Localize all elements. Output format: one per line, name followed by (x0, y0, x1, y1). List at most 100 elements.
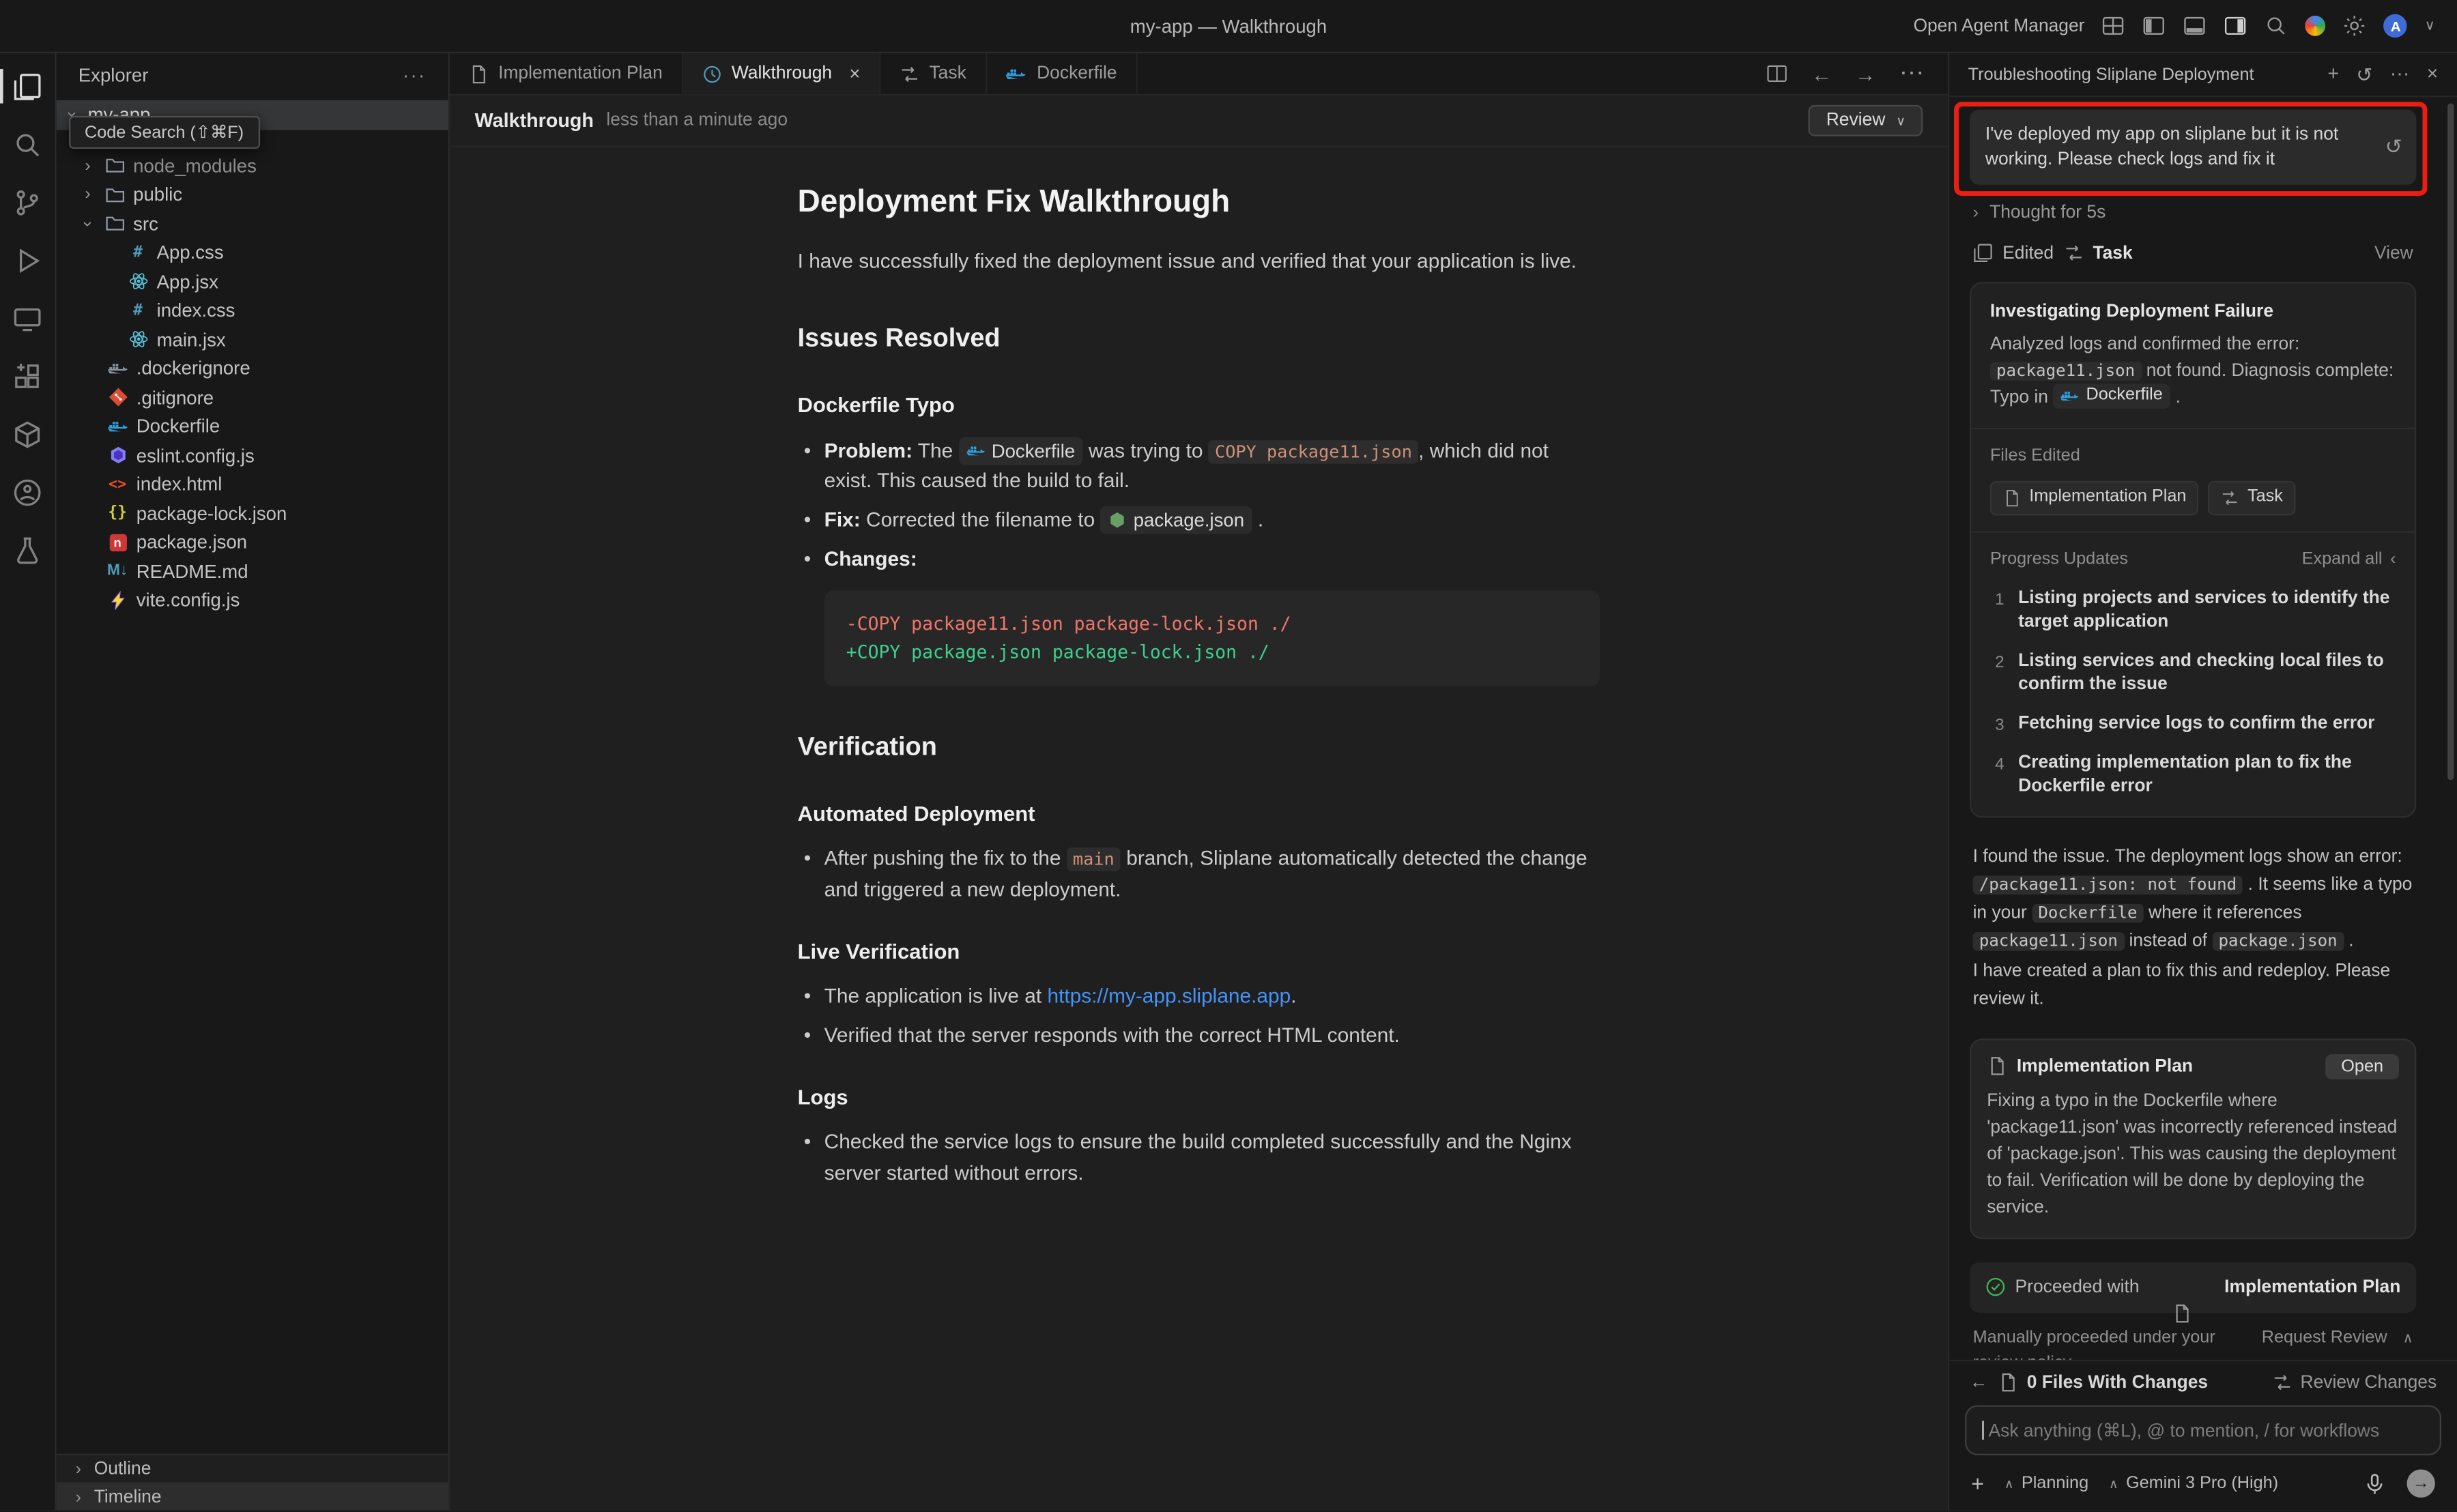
panel-left-icon[interactable] (2142, 14, 2166, 38)
planning-mode-selector[interactable]: ∧ Planning (2005, 1474, 2088, 1493)
tree-item-file[interactable]: .dockerignore (57, 354, 448, 383)
tree-label: Dockerfile (136, 416, 220, 437)
thought-row[interactable]: › Thought for 5s (1970, 185, 2416, 226)
tree-item-file[interactable]: # App.css (57, 238, 448, 267)
code-search-tooltip: Code Search (⇧⌘F) (69, 116, 259, 149)
nav-forward-icon[interactable]: → (1855, 62, 1876, 85)
css-file-icon: # (127, 300, 149, 321)
settings-gear-icon[interactable] (2343, 14, 2366, 38)
tree-item-file[interactable]: n package.json (57, 528, 448, 557)
tab-walkthrough[interactable]: Walkthrough × (683, 53, 881, 94)
layout-grid-icon[interactable] (2102, 14, 2125, 38)
run-debug-icon[interactable] (5, 242, 49, 279)
outline-section[interactable]: › Outline (57, 1454, 448, 1482)
nav-back-icon[interactable]: ← (1811, 62, 1832, 85)
model-selector[interactable]: ∧ Gemini 3 Pro (High) (2109, 1474, 2278, 1493)
panel-right-icon[interactable] (2224, 14, 2247, 38)
tab-dockerfile[interactable]: Dockerfile (987, 53, 1138, 94)
request-review-link[interactable]: Request Review (2262, 1327, 2387, 1352)
timeline-section[interactable]: › Timeline (57, 1482, 448, 1510)
add-context-icon[interactable]: + (1971, 1471, 1984, 1496)
user-avatar[interactable]: A (2384, 14, 2407, 38)
document-icon (2172, 1272, 2192, 1303)
search-icon[interactable] (5, 126, 49, 163)
collapse-icon[interactable]: ← (1970, 1373, 1987, 1392)
scrollbar[interactable] (2447, 104, 2454, 781)
doc-h1: Deployment Fix Walkthrough (798, 179, 1600, 227)
tree-item-file[interactable]: Dockerfile (57, 412, 448, 441)
doc-h3-live: Live Verification (798, 936, 1600, 968)
open-agent-manager-button[interactable]: Open Agent Manager (1913, 16, 2084, 35)
docker-file-icon (106, 416, 128, 437)
tree-item-file[interactable]: {} package-lock.json (57, 499, 448, 527)
close-icon[interactable]: × (2427, 63, 2439, 86)
explorer-more-icon[interactable]: ··· (403, 64, 426, 86)
history-icon[interactable]: ↺ (2356, 63, 2372, 86)
tree-item-file[interactable]: App.jsx (57, 267, 448, 295)
implementation-plan-chip[interactable]: Implementation Plan (1990, 480, 2199, 514)
tree-item-file[interactable]: vite.config.js (57, 586, 448, 615)
tree-item-file[interactable]: main.jsx (57, 325, 448, 353)
chat-input[interactable]: Ask anything (⌘L), @ to mention, / for w… (1965, 1405, 2441, 1455)
copilot-icon[interactable] (2305, 16, 2326, 36)
source-control-icon[interactable] (5, 184, 49, 221)
explorer-icon[interactable] (5, 68, 49, 105)
mic-icon[interactable] (2363, 1472, 2386, 1495)
docker-file-icon (106, 358, 128, 379)
review-changes-button[interactable]: Review Changes (2272, 1372, 2437, 1393)
package-json-chip[interactable]: package.json (1100, 506, 1252, 535)
remote-explorer-icon[interactable] (5, 300, 49, 337)
tree-item-file[interactable]: eslint.config.js (57, 441, 448, 469)
doc-bullet-problem: Problem: The Dockerfile was trying to CO… (798, 435, 1600, 497)
chevron-down-icon[interactable]: ∨ (2425, 17, 2435, 34)
more-icon[interactable]: ··· (2390, 63, 2410, 86)
tree-item-file[interactable]: <> index.html (57, 470, 448, 499)
diff-added-line: +COPY package.json package-lock.json ./ (846, 638, 1578, 667)
docker-icon[interactable] (5, 415, 49, 452)
react-file-icon (127, 271, 149, 293)
tree-label: App.css (157, 242, 224, 263)
testing-icon[interactable] (5, 531, 49, 568)
chevron-up-icon: ∧ (2109, 1477, 2118, 1491)
extensions-icon[interactable] (5, 357, 49, 394)
tab-implementation-plan[interactable]: Implementation Plan (450, 53, 683, 94)
panel-bottom-icon[interactable] (2183, 14, 2207, 38)
tree-item-folder[interactable]: › public (57, 180, 448, 209)
app-url-link[interactable]: https://my-app.sliplane.app (1047, 984, 1291, 1007)
dockerfile-chip[interactable]: Dockerfile (2053, 384, 2170, 409)
tree-item-file[interactable]: # index.css (57, 296, 448, 325)
tree-item-folder[interactable]: › src (57, 209, 448, 238)
send-icon[interactable]: → (2407, 1470, 2435, 1498)
tree-item-folder[interactable]: › node_modules (57, 151, 448, 180)
close-icon[interactable]: × (849, 63, 860, 85)
outline-label: Outline (94, 1459, 152, 1479)
expand-all-link[interactable]: Expand all‹ (2302, 548, 2396, 573)
progress-step: 1 Listing projects and services to ident… (1990, 587, 2396, 635)
doc-h3-typo: Dockerfile Typo (798, 390, 1600, 422)
doc-bullet-logs: Checked the service logs to ensure the b… (798, 1126, 1600, 1189)
tree-item-file[interactable]: .gitignore (57, 383, 448, 411)
view-link[interactable]: View (2374, 244, 2413, 263)
tree-item-file[interactable]: M↓ README.md (57, 557, 448, 585)
split-editor-icon[interactable] (1766, 63, 1788, 85)
app-window: my-app — Walkthrough Open Agent Manager … (0, 0, 2457, 1512)
chevron-up-icon[interactable]: ∧ (2403, 1327, 2413, 1348)
eslint-file-icon (106, 444, 128, 466)
tree-label: README.md (136, 560, 248, 582)
new-chat-icon[interactable]: + (2327, 63, 2339, 86)
review-button[interactable]: Review ∨ (1809, 105, 1923, 136)
search-icon[interactable] (2265, 14, 2288, 38)
diff-code-block: -COPY package11.json package-lock.json .… (824, 590, 1600, 686)
dockerfile-chip[interactable]: Dockerfile (958, 437, 1082, 465)
more-actions-icon[interactable]: ··· (1899, 59, 1925, 87)
composer-area: ← 0 Files With Changes Review Changes As… (1949, 1360, 2457, 1510)
restore-checkpoint-icon[interactable]: ↺ (2385, 133, 2402, 162)
task-chip[interactable]: Task (2209, 480, 2296, 514)
tab-task[interactable]: Task (880, 53, 986, 94)
accounts-icon[interactable] (5, 473, 49, 510)
open-plan-button[interactable]: Open (2325, 1054, 2399, 1079)
doc-h2-verification: Verification (798, 727, 1600, 767)
doc-h2-issues: Issues Resolved (798, 320, 1600, 360)
chevron-icon: › (80, 156, 96, 175)
tree-label: node_modules (133, 155, 257, 177)
